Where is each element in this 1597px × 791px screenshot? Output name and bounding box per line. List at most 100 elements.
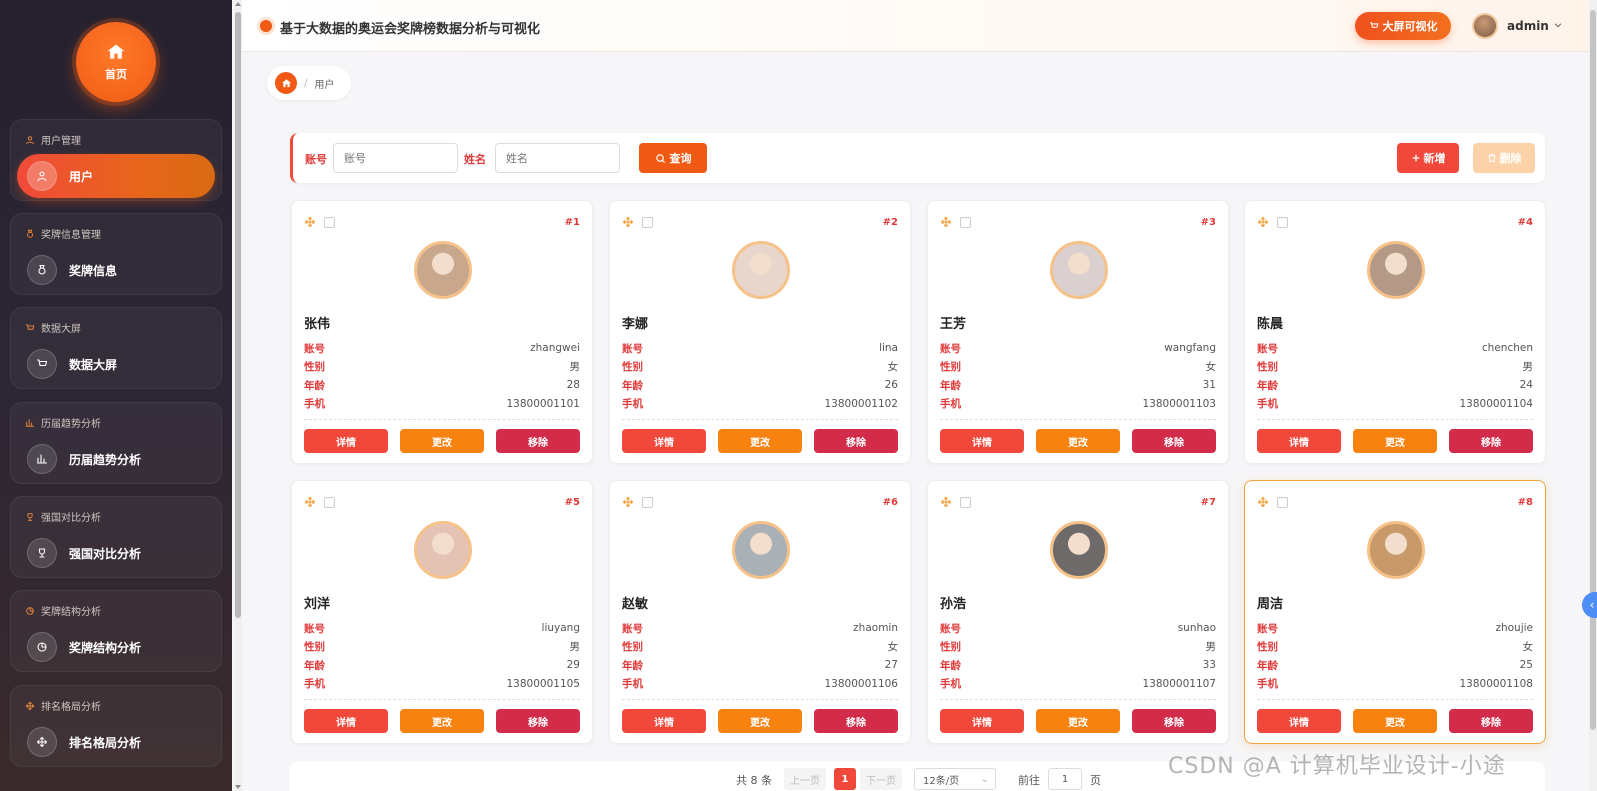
sidebar-group-title: 数据大屏 — [25, 320, 81, 335]
user-card[interactable]: #1 张伟 账号 zhangwei 性别 男 年龄 28 手机 13800001… — [291, 200, 593, 464]
chevron-down-icon[interactable] — [1553, 20, 1563, 30]
select-checkbox[interactable] — [642, 497, 653, 508]
goto-page-input[interactable]: 1 — [1048, 768, 1082, 790]
detail-button[interactable]: 详情 — [1257, 429, 1341, 453]
home-button[interactable]: 首页 — [76, 22, 156, 102]
delete-button[interactable]: 删除 — [1473, 143, 1535, 173]
edit-button[interactable]: 更改 — [718, 709, 802, 733]
sidebar-item[interactable]: 用户 — [17, 154, 215, 198]
field-label: 性别 — [622, 641, 643, 654]
next-page-button[interactable]: 下一页 — [860, 768, 902, 790]
prev-page-button[interactable]: 上一页 — [784, 768, 826, 790]
user-card[interactable]: #8 周洁 账号 zhoujie 性别 女 年龄 25 手机 138000011… — [1244, 480, 1546, 744]
user-avatar — [1367, 521, 1425, 579]
drag-handle-icon[interactable] — [304, 216, 316, 228]
user-name: 陈晨 — [1257, 317, 1284, 332]
edit-button[interactable]: 更改 — [400, 429, 484, 453]
sidebar-item[interactable]: 数据大屏 — [17, 342, 215, 386]
drag-handle-icon[interactable] — [622, 496, 634, 508]
remove-button[interactable]: 移除 — [1132, 709, 1216, 733]
watermark: CSDN @A 计算机毕业设计-小途 — [1168, 754, 1506, 779]
user-avatar — [1367, 241, 1425, 299]
add-button[interactable]: 新增 — [1397, 143, 1459, 173]
select-checkbox[interactable] — [960, 217, 971, 228]
page-scrollbar[interactable] — [1589, 0, 1597, 791]
user-card[interactable]: #7 孙浩 账号 sunhao 性别 男 年龄 33 手机 1380000110… — [927, 480, 1229, 744]
field-label: 手机 — [622, 398, 643, 411]
drag-handle-icon[interactable] — [940, 216, 952, 228]
sidebar-item[interactable]: 历届趋势分析 — [17, 437, 215, 481]
name-search-input[interactable] — [495, 143, 620, 173]
drag-handle-icon[interactable] — [1257, 216, 1269, 228]
field-row-gender: 性别 女 — [940, 358, 1216, 377]
drag-handle-icon[interactable] — [940, 496, 952, 508]
query-button[interactable]: 查询 — [639, 143, 707, 173]
user-card[interactable]: #4 陈晨 账号 chenchen 性别 男 年龄 24 手机 13800001… — [1244, 200, 1546, 464]
page-number-button[interactable]: 1 — [834, 768, 856, 790]
edit-button[interactable]: 更改 — [1036, 429, 1120, 453]
field-value: 13800001101 — [506, 397, 581, 410]
cart-icon — [25, 323, 35, 333]
detail-button[interactable]: 详情 — [940, 429, 1024, 453]
field-label: 手机 — [1257, 678, 1278, 691]
card-index: #8 — [1517, 497, 1533, 508]
edit-button[interactable]: 更改 — [1036, 709, 1120, 733]
remove-button[interactable]: 移除 — [496, 429, 580, 453]
detail-button[interactable]: 详情 — [304, 709, 388, 733]
detail-button[interactable]: 详情 — [940, 709, 1024, 733]
drag-handle-icon[interactable] — [304, 496, 316, 508]
collapse-tab[interactable]: ‹ — [1582, 592, 1597, 618]
field-label: 年龄 — [622, 379, 643, 392]
field-row-gender: 性别 女 — [622, 358, 898, 377]
select-checkbox[interactable] — [324, 497, 335, 508]
breadcrumb: / 用户 — [267, 66, 351, 100]
account-search-input[interactable] — [333, 143, 458, 173]
remove-button[interactable]: 移除 — [1132, 429, 1216, 453]
edit-button[interactable]: 更改 — [1353, 429, 1437, 453]
remove-button[interactable]: 移除 — [1449, 429, 1533, 453]
remove-button[interactable]: 移除 — [496, 709, 580, 733]
user-avatar — [732, 521, 790, 579]
sidebar-item[interactable]: 强国对比分析 — [17, 531, 215, 575]
sidebar-item[interactable]: 排名格局分析 — [17, 720, 215, 764]
edit-button[interactable]: 更改 — [400, 709, 484, 733]
sidebar-item[interactable]: 奖牌结构分析 — [17, 625, 215, 669]
detail-button[interactable]: 详情 — [622, 429, 706, 453]
remove-button[interactable]: 移除 — [814, 709, 898, 733]
remove-button[interactable]: 移除 — [1449, 709, 1533, 733]
page-size-select[interactable]: 12条/页 ⌄ — [914, 768, 996, 790]
user-avatar[interactable] — [1472, 13, 1498, 39]
field-label: 年龄 — [1257, 379, 1278, 392]
remove-button[interactable]: 移除 — [814, 429, 898, 453]
field-value: 男 — [569, 361, 581, 374]
user-card[interactable]: #2 李娜 账号 lina 性别 女 年龄 26 手机 13800001102 … — [609, 200, 911, 464]
name-label: 姓名 — [464, 153, 486, 166]
user-card[interactable]: #5 刘洋 账号 liuyang 性别 男 年龄 29 手机 138000011… — [291, 480, 593, 744]
drag-handle-icon[interactable] — [622, 216, 634, 228]
sidebar-scrollbar[interactable] — [234, 0, 242, 791]
detail-button[interactable]: 详情 — [304, 429, 388, 453]
edit-button[interactable]: 更改 — [718, 429, 802, 453]
select-checkbox[interactable] — [642, 217, 653, 228]
big-screen-label: 大屏可视化 — [1382, 20, 1438, 33]
field-row-account: 账号 zhaomin — [622, 619, 898, 638]
select-checkbox[interactable] — [960, 497, 971, 508]
select-checkbox[interactable] — [324, 217, 335, 228]
field-label: 手机 — [622, 678, 643, 691]
big-screen-button[interactable]: 大屏可视化 — [1355, 12, 1451, 40]
drag-handle-icon[interactable] — [1257, 496, 1269, 508]
edit-button[interactable]: 更改 — [1353, 709, 1437, 733]
detail-button[interactable]: 详情 — [622, 709, 706, 733]
select-checkbox[interactable] — [1277, 217, 1288, 228]
breadcrumb-home-icon[interactable] — [275, 72, 297, 94]
user-card[interactable]: #3 王芳 账号 wangfang 性别 女 年龄 31 手机 13800001… — [927, 200, 1229, 464]
sidebar-item[interactable]: 奖牌信息 — [17, 248, 215, 292]
field-label: 账号 — [622, 342, 643, 355]
user-card[interactable]: #6 赵敏 账号 zhaomin 性别 女 年龄 27 手机 138000011… — [609, 480, 911, 744]
select-checkbox[interactable] — [1277, 497, 1288, 508]
field-row-age: 年龄 31 — [940, 376, 1216, 395]
field-label: 性别 — [304, 641, 325, 654]
user-name[interactable]: admin — [1507, 19, 1549, 33]
sidebar: 首页 用户管理 用户 奖牌信息管理 奖牌信息 数据大屏 数据大屏 历届趋势分析 … — [0, 0, 232, 791]
detail-button[interactable]: 详情 — [1257, 709, 1341, 733]
